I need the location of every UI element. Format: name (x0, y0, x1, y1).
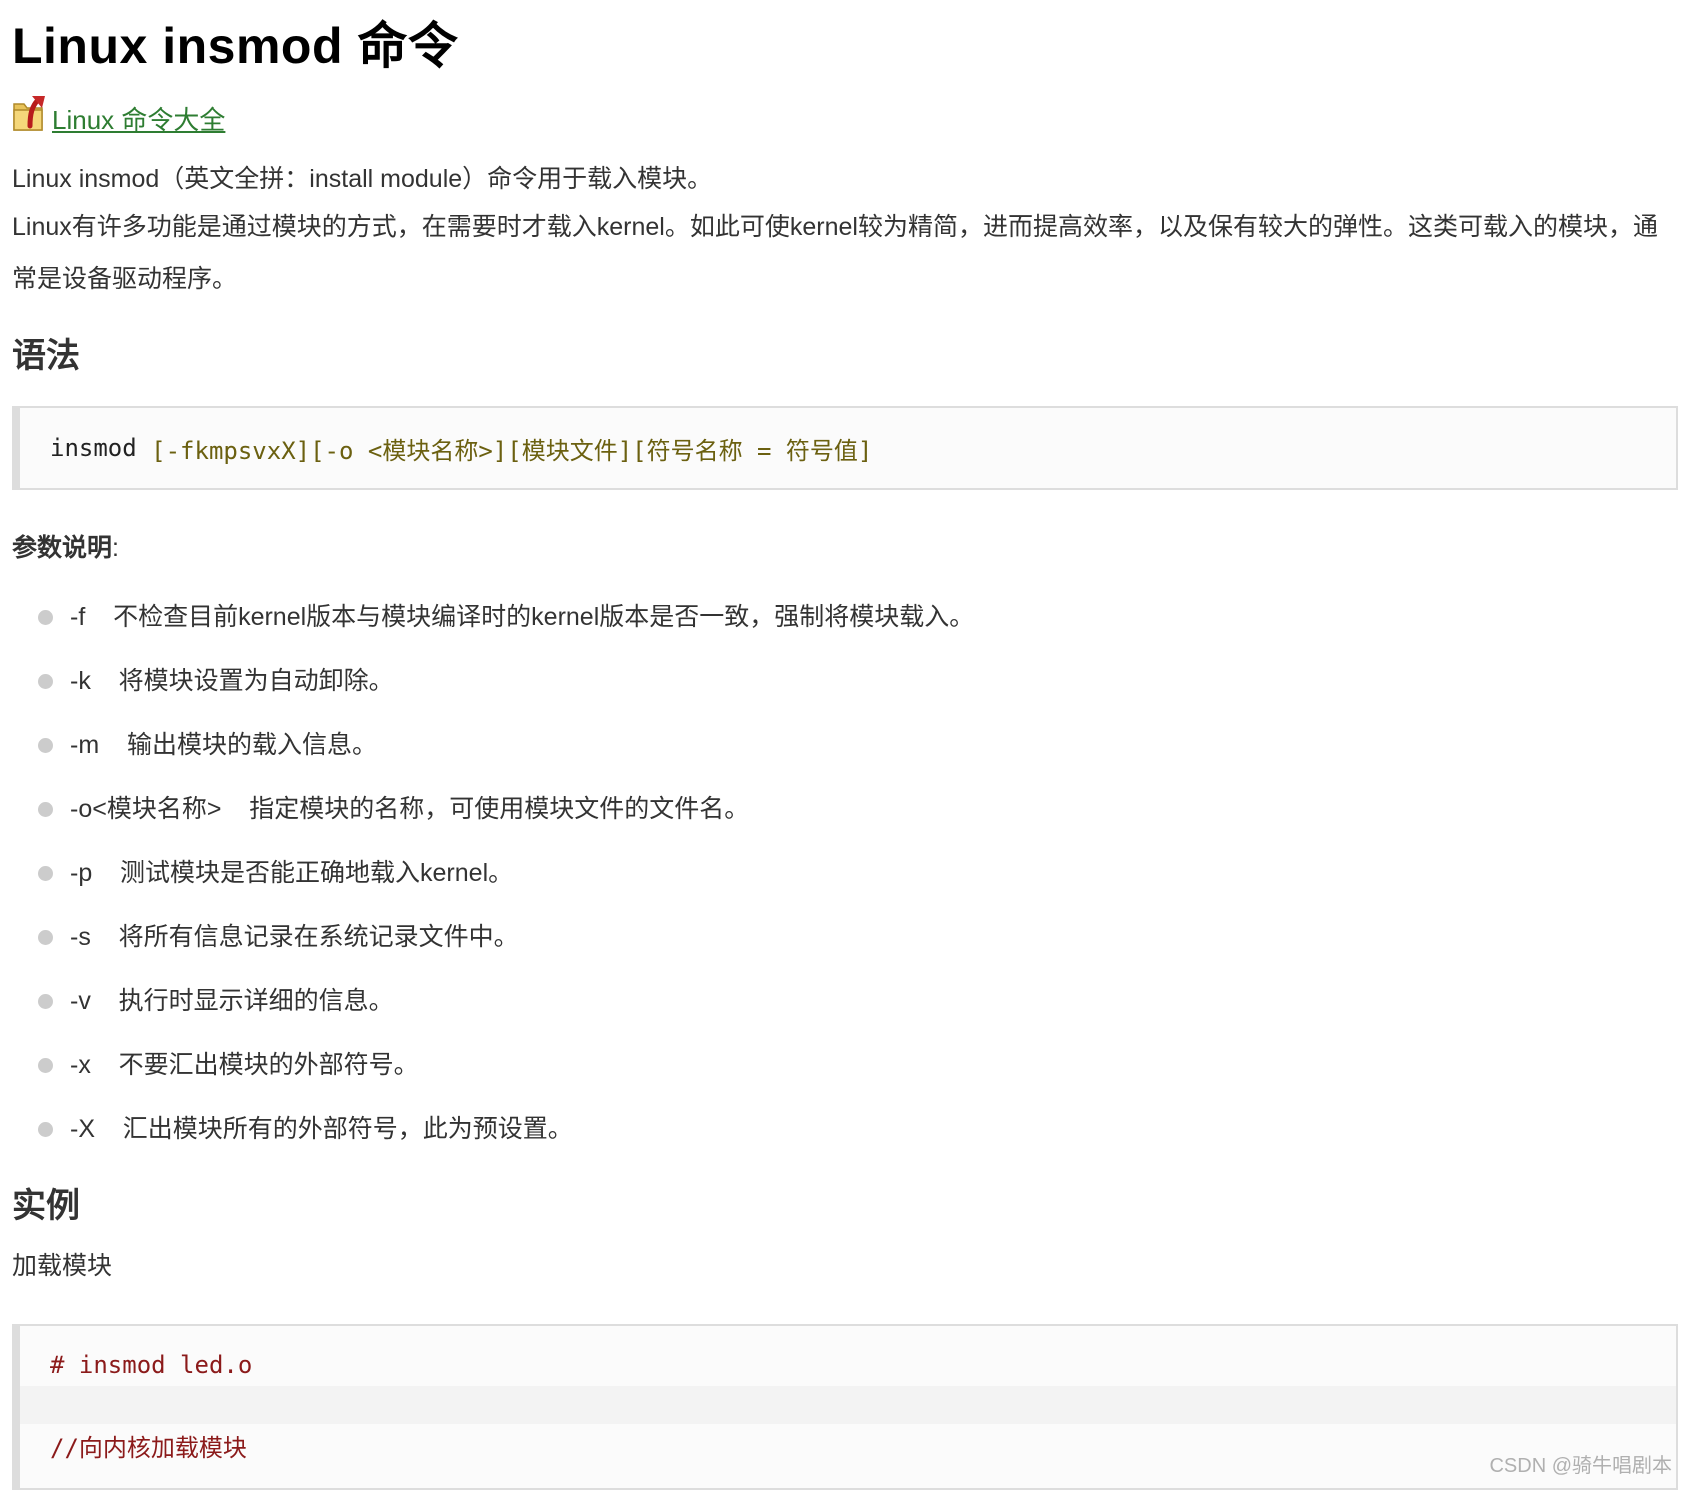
param-description: 输出模块的载入信息。 (126, 731, 377, 759)
param-flag: -x (70, 1051, 91, 1079)
param-description: 测试模块是否能正确地载入kernel。 (120, 859, 514, 887)
param-item: -X 汇出模块所有的外部符号，此为预设置。 (0, 1097, 974, 1161)
syntax-code-block: insmod [-fkmpsvxX][-o <模块名称>][模块文件][符号名称… (12, 406, 1678, 490)
example-code-line-1-text: # insmod led.o (50, 1351, 253, 1379)
param-item: -o<模块名称> 指定模块的名称，可使用模块文件的文件名。 (0, 777, 974, 841)
param-description: 将所有信息记录在系统记录文件中。 (118, 923, 519, 951)
param-flag: -s (70, 923, 91, 951)
example-code-blank-line (20, 1386, 1676, 1424)
param-description: 指定模块的名称，可使用模块文件的文件名。 (249, 795, 750, 823)
param-flag: -o<模块名称> (70, 795, 222, 823)
example-code-block: # insmod led.o //向内核加载模块 (12, 1324, 1678, 1490)
back-link[interactable]: Linux 命令大全 (12, 90, 225, 137)
param-description: 不要汇出模块的外部符号。 (118, 1051, 419, 1079)
page-title: Linux insmod 命令 (12, 18, 459, 74)
param-item: -f 不检查目前kernel版本与模块编译时的kernel版本是否一致，强制将模… (0, 585, 974, 649)
param-flag: -p (70, 859, 93, 887)
param-description: 执行时显示详细的信息。 (118, 987, 394, 1015)
param-description: 将模块设置为自动卸除。 (118, 667, 394, 695)
param-item: -v 执行时显示详细的信息。 (0, 969, 974, 1033)
example-code-line-2-text: //向内核加载模块 (50, 1433, 247, 1462)
param-flag: -m (70, 731, 100, 759)
examples-heading: 实例 (12, 1187, 80, 1225)
params-list: -f 不检查目前kernel版本与模块编译时的kernel版本是否一致，强制将模… (0, 585, 974, 1161)
param-flag: -v (70, 987, 91, 1015)
param-item: -p 测试模块是否能正确地载入kernel。 (0, 841, 974, 905)
article: Linux insmod 命令 Linux 命令大全 Linux insmod（… (0, 0, 1690, 1490)
intro-paragraph-2: Linux有许多功能是通过模块的方式，在需要时才载入kernel。如此可使ker… (12, 213, 1658, 293)
param-description: 汇出模块所有的外部符号，此为预设置。 (122, 1115, 573, 1143)
param-flag: -f (70, 603, 86, 631)
param-item: -x 不要汇出模块的外部符号。 (0, 1033, 974, 1097)
code-options: [-fkmpsvxX][-o <模块名称>][模块文件][符号名称 = 符号值] (151, 436, 873, 465)
param-flag: -X (70, 1115, 95, 1143)
folder-up-arrow-icon (12, 90, 48, 137)
code-command: insmod (50, 434, 137, 462)
params-label-text: 参数说明 (12, 534, 113, 562)
param-item: -m 输出模块的载入信息。 (0, 713, 974, 777)
param-flag: -k (70, 667, 91, 695)
param-item: -k 将模块设置为自动卸除。 (0, 649, 974, 713)
param-item: -s 将所有信息记录在系统记录文件中。 (0, 905, 974, 969)
syntax-heading: 语法 (12, 337, 80, 375)
example-code-line-2: //向内核加载模块 (20, 1424, 1676, 1466)
intro-paragraph-1: Linux insmod（英文全拼：install module）命令用于载入模… (12, 165, 713, 193)
watermark: CSDN @骑牛唱剧本 (1489, 1455, 1672, 1477)
param-description: 不检查目前kernel版本与模块编译时的kernel版本是否一致，强制将模块载入… (113, 603, 975, 631)
example-code-line-1: # insmod led.o (20, 1344, 1676, 1386)
back-link-label[interactable]: Linux 命令大全 (52, 103, 225, 137)
params-label-colon: : (112, 534, 119, 562)
params-label: 参数说明: (12, 528, 119, 564)
syntax-code-line: insmod [-fkmpsvxX][-o <模块名称>][模块文件][符号名称… (20, 408, 1676, 488)
examples-subtitle: 加载模块 (12, 1252, 113, 1280)
